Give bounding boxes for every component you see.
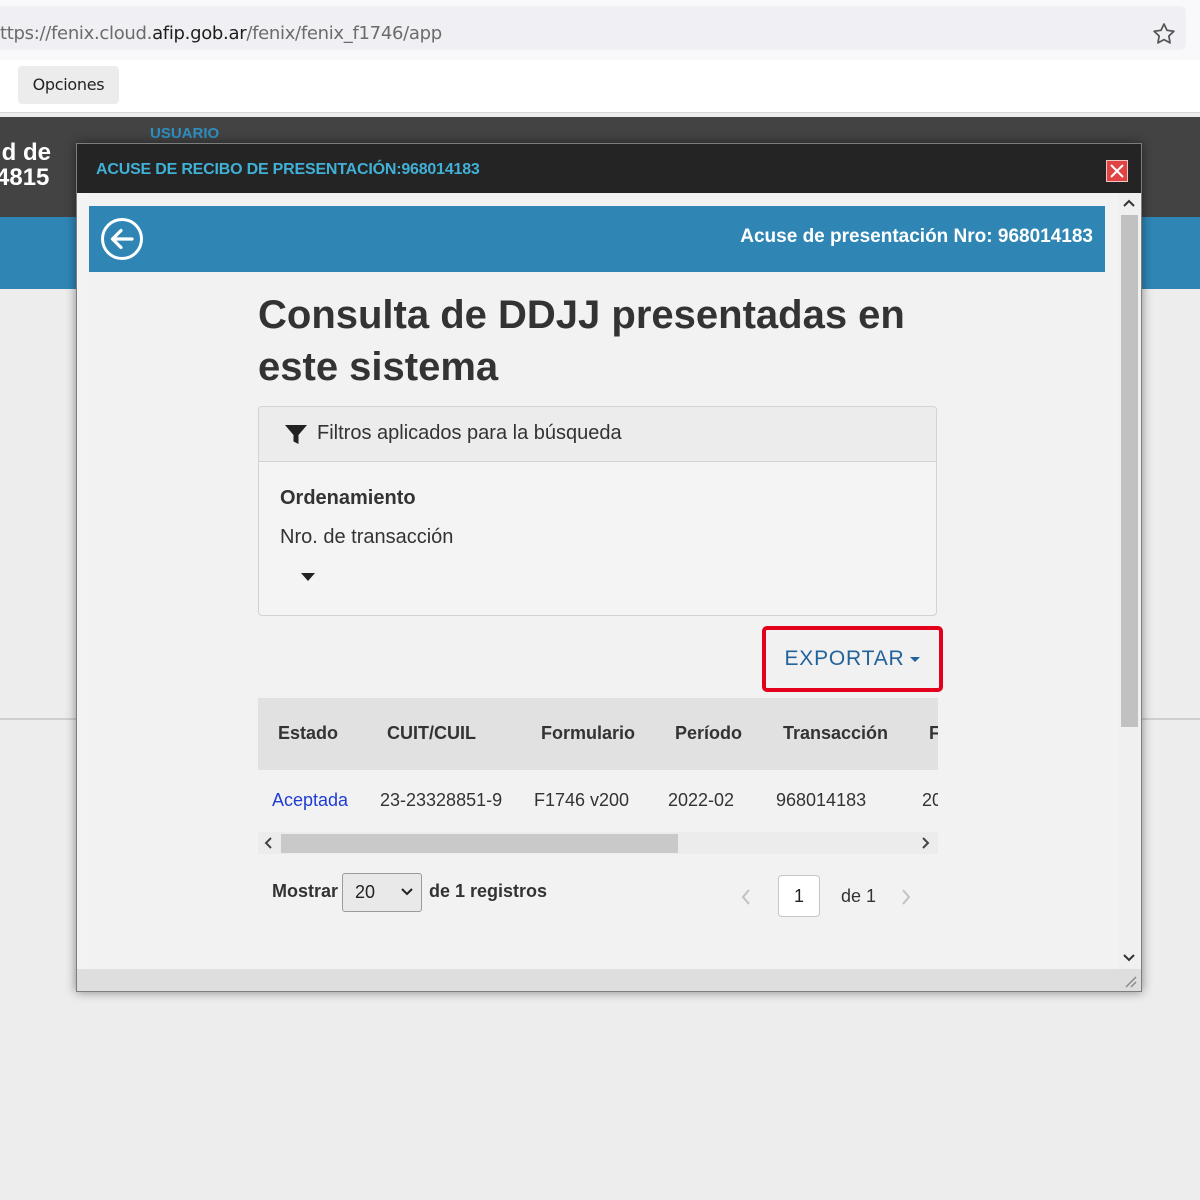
dropdown-caret-icon xyxy=(910,656,921,662)
cell-transaccion: 968014183 xyxy=(776,790,867,810)
dialog-titlebar[interactable]: ACUSE DE RECIBO DE PRESENTACIÓN:96801418… xyxy=(77,144,1141,193)
export-highlight: EXPORTAR xyxy=(762,626,943,692)
column-header-cuit[interactable]: CUIT/CUIL xyxy=(387,723,476,744)
order-value: Nro. de transacción xyxy=(280,526,454,548)
menu-bar: Opciones xyxy=(0,60,1200,113)
vertical-scrollbar[interactable] xyxy=(1118,193,1140,969)
close-icon xyxy=(1110,164,1124,178)
column-header-f[interactable]: F xyxy=(929,723,938,744)
app-title: ud de 4815 xyxy=(0,140,51,190)
acuse-header: Acuse de presentación Nro: 968014183 xyxy=(89,206,1105,272)
dialog-body: Acuse de presentación Nro: 968014183 Con… xyxy=(89,193,1118,969)
page-count-label: de 1 xyxy=(841,886,877,906)
user-label: USUARIO xyxy=(150,125,220,142)
horizontal-scrollbar[interactable] xyxy=(258,832,938,854)
order-label: Ordenamiento xyxy=(280,487,416,509)
cell-estado-link[interactable]: Aceptada xyxy=(272,790,348,811)
bookmark-star-icon[interactable] xyxy=(1151,21,1177,47)
table-header: Estado CUIT/CUIL Formulario Período Tran… xyxy=(258,698,938,770)
chevron-down-icon xyxy=(401,888,413,896)
browser-url-bar: ttps://fenix.cloud.afip.gob.ar/fenix/fen… xyxy=(0,0,1200,60)
results-table-header: Estado CUIT/CUIL Formulario Período Tran… xyxy=(258,698,938,776)
table-row: Aceptada 23-23328851-9 F1746 v200 2022-0… xyxy=(258,770,938,830)
vertical-scroll-thumb[interactable] xyxy=(1121,215,1138,727)
show-label: Mostrar xyxy=(272,881,339,901)
page-size-select[interactable]: 20 xyxy=(342,873,422,912)
cell-cuit: 23-23328851-9 xyxy=(380,790,503,810)
close-button[interactable] xyxy=(1106,160,1128,182)
scroll-right-icon[interactable] xyxy=(922,837,930,849)
column-header-transaccion[interactable]: Transacción xyxy=(783,723,888,744)
dialog-footer xyxy=(77,969,1141,991)
export-button[interactable]: EXPORTAR xyxy=(770,633,935,685)
scroll-left-icon[interactable] xyxy=(264,837,272,849)
column-header-formulario[interactable]: Formulario xyxy=(541,723,635,744)
horizontal-scroll-thumb[interactable] xyxy=(281,834,678,853)
page-number-input[interactable]: 1 xyxy=(778,875,820,917)
address-field[interactable]: ttps://fenix.cloud.afip.gob.ar/fenix/fen… xyxy=(0,6,1186,50)
column-header-estado[interactable]: Estado xyxy=(278,723,338,744)
column-header-periodo[interactable]: Período xyxy=(675,723,742,744)
url-text[interactable]: ttps://fenix.cloud.afip.gob.ar/fenix/fen… xyxy=(0,23,442,44)
filters-title: Filtros aplicados para la búsqueda xyxy=(317,422,622,444)
page-title: Consulta de DDJJ presentadas en este sis… xyxy=(258,293,905,389)
filters-card: Filtros aplicados para la búsqueda Orden… xyxy=(258,406,937,616)
acuse-number-title: Acuse de presentación Nro: 968014183 xyxy=(740,226,1093,247)
resize-grip-icon[interactable] xyxy=(1123,974,1137,988)
acuse-dialog: ACUSE DE RECIBO DE PRESENTACIÓN:96801418… xyxy=(76,143,1142,992)
records-label: de 1 registros xyxy=(429,881,548,901)
scroll-down-icon[interactable] xyxy=(1122,951,1136,965)
next-page-icon[interactable] xyxy=(901,889,911,905)
back-arrow-icon[interactable] xyxy=(100,217,144,261)
cell-formulario: F1746 v200 xyxy=(534,790,630,810)
filters-header[interactable]: Filtros aplicados para la búsqueda xyxy=(259,407,936,462)
caret-down-icon[interactable] xyxy=(301,573,315,581)
scroll-up-icon[interactable] xyxy=(1122,196,1136,210)
filter-icon xyxy=(285,425,307,444)
cell-f: 20 xyxy=(922,790,938,810)
dialog-title: ACUSE DE RECIBO DE PRESENTACIÓN:96801418… xyxy=(96,161,480,178)
cell-periodo: 2022-02 xyxy=(668,790,735,810)
opciones-button[interactable]: Opciones xyxy=(18,66,119,104)
prev-page-icon[interactable] xyxy=(741,889,751,905)
